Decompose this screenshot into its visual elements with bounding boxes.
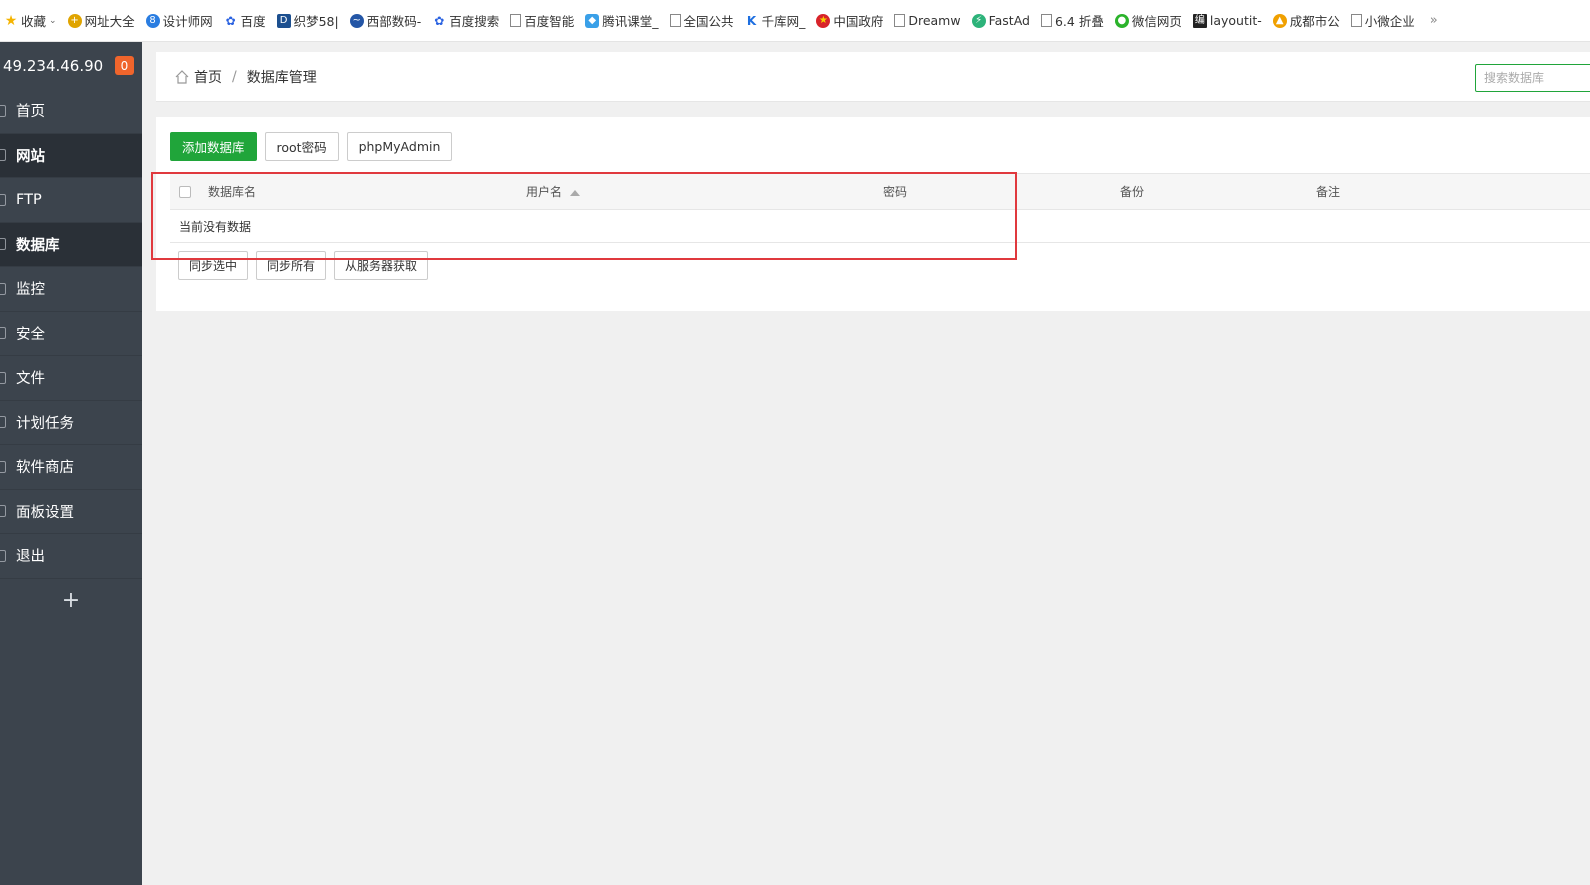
column-header-note: 备注: [1316, 173, 1590, 210]
wechat-icon: ●: [1114, 13, 1129, 28]
sidebar-item-logout[interactable]: 退出: [0, 534, 142, 579]
bookmark-item[interactable]: Dreamw: [894, 13, 961, 28]
monitor-icon: [0, 282, 6, 295]
ftp-icon: [0, 193, 6, 206]
gear-icon: [0, 505, 6, 518]
breadcrumb-separator: /: [232, 68, 237, 85]
batch-actions: 同步选中 同步所有 从服务器获取: [178, 251, 436, 280]
column-header-password: 密码: [883, 173, 1120, 210]
bookmark-favorites[interactable]: ★ 收藏 ⌄: [4, 11, 57, 30]
sync-all-button[interactable]: 同步所有: [256, 251, 327, 280]
shield-icon: [0, 327, 6, 340]
sidebar-item-monitor[interactable]: 监控: [0, 267, 142, 312]
bookmark-item[interactable]: 百度智能: [510, 11, 574, 30]
sidebar-item-settings[interactable]: 面板设置: [0, 490, 142, 534]
logout-icon: [0, 549, 6, 562]
message-count-badge[interactable]: 0: [115, 56, 134, 75]
fastad-icon: ⚡: [971, 13, 986, 28]
add-database-button[interactable]: 添加数据库: [170, 132, 257, 161]
page-icon: [1350, 14, 1362, 27]
phpmyadmin-button[interactable]: phpMyAdmin: [346, 132, 453, 161]
more-bookmarks-icon[interactable]: »: [1430, 13, 1438, 28]
table-row: 当前没有数据: [170, 209, 1590, 243]
qianku-icon: K: [744, 13, 759, 28]
page-icon: [1040, 14, 1052, 27]
bookmark-item[interactable]: ◆ 腾讯课堂_: [585, 11, 659, 30]
chengdu-icon: ▲: [1272, 13, 1287, 28]
bookmark-item[interactable]: ▲ 成都市公: [1272, 11, 1340, 30]
home-icon: [175, 69, 189, 84]
sidebar-item-cron[interactable]: 计划任务: [0, 401, 142, 445]
sidebar-item-home[interactable]: 首页: [0, 89, 142, 134]
sync-selected-button[interactable]: 同步选中: [178, 251, 249, 280]
sidebar-item-ftp[interactable]: FTP: [0, 178, 142, 223]
layoutit-icon: 编: [1192, 13, 1207, 28]
bookmark-item[interactable]: ✿ 百度: [223, 11, 266, 30]
empty-message: 当前没有数据: [170, 209, 1590, 243]
bookmark-item[interactable]: D 织梦58|: [276, 11, 339, 30]
database-icon: [0, 238, 6, 251]
sidebar-item-app-store[interactable]: 软件商店: [0, 445, 142, 490]
designer-icon: 8: [145, 13, 160, 28]
globe-icon: [0, 149, 6, 162]
add-menu-button[interactable]: +: [0, 579, 142, 623]
west-icon: ~: [349, 13, 364, 28]
bookmark-item[interactable]: 8 设计师网: [145, 11, 213, 30]
select-all-cell: [170, 173, 208, 210]
baidu-paw-icon: ✿: [432, 13, 447, 28]
bookmark-item[interactable]: ✿ 百度搜索: [432, 11, 499, 30]
bookmark-item[interactable]: 小微企业: [1350, 11, 1415, 30]
table-header-row: 数据库名 用户名 密码 备份 备注: [170, 173, 1590, 210]
emblem-icon: ★: [816, 13, 831, 28]
folder-icon: [0, 371, 6, 384]
select-all-checkbox[interactable]: [179, 186, 191, 198]
bookmark-item[interactable]: 编 layoutit-: [1192, 13, 1262, 28]
toolbar: 添加数据库 root密码 phpMyAdmin: [170, 132, 460, 161]
breadcrumb-home-link[interactable]: 首页: [194, 67, 222, 87]
home-icon: [0, 104, 6, 117]
bookmark-item[interactable]: K 千库网_: [744, 11, 805, 30]
fetch-from-server-button[interactable]: 从服务器获取: [334, 251, 429, 280]
bookmark-item[interactable]: ● 微信网页: [1114, 11, 1182, 30]
tencent-icon: ◆: [585, 13, 600, 28]
clock-icon: [0, 416, 6, 429]
bookmark-item[interactable]: + 网址大全: [67, 11, 135, 30]
sidebar-item-security[interactable]: 安全: [0, 312, 142, 356]
bookmark-item[interactable]: 全国公共: [669, 11, 734, 30]
sort-ascending-icon: [570, 189, 581, 196]
column-header-backup: 备份: [1120, 173, 1316, 210]
server-ip: 49.234.46.90: [3, 56, 104, 75]
bookmark-item[interactable]: 6.4 折叠: [1040, 11, 1104, 30]
sidebar: 49.234.46.90 0 首页 网站 FTP 数据库 监控 安全 文件 计划…: [0, 42, 142, 885]
breadcrumb: 首页 / 数据库管理: [156, 52, 1590, 102]
bookmark-item[interactable]: ★ 中国政府: [816, 11, 883, 30]
page-title: 数据库管理: [246, 69, 317, 86]
page-icon: [669, 14, 681, 27]
database-table: 数据库名 用户名 密码 备份 备注 当前没有数据: [170, 173, 1590, 243]
database-panel: 添加数据库 root密码 phpMyAdmin 数据库名 用户名 密码 备份 备…: [156, 117, 1590, 311]
page-icon: [894, 14, 906, 27]
page-icon: [510, 14, 522, 27]
baidu-paw-icon: ✿: [223, 13, 238, 28]
server-info: 49.234.46.90 0: [0, 42, 142, 89]
column-header-user[interactable]: 用户名: [526, 173, 883, 210]
sidebar-item-files[interactable]: 文件: [0, 356, 142, 401]
root-password-button[interactable]: root密码: [264, 132, 339, 161]
sidebar-item-website[interactable]: 网站: [0, 133, 142, 178]
sidebar-item-database[interactable]: 数据库: [0, 222, 142, 267]
hao123-icon: +: [67, 13, 82, 28]
bookmark-item[interactable]: ~ 西部数码-: [349, 11, 421, 30]
bookmarks-bar: ★ 收藏 ⌄ + 网址大全 8 设计师网 ✿ 百度 D 织梦58| ~ 西部数码- ✿ 百度搜索…: [0, 0, 1590, 42]
bookmark-item[interactable]: ⚡ FastAd: [971, 13, 1030, 28]
dede-icon: D: [276, 13, 291, 28]
store-icon: [0, 460, 6, 473]
chevron-down-icon: ⌄: [49, 15, 57, 26]
column-header-name[interactable]: 数据库名: [208, 173, 526, 210]
search-input[interactable]: [1475, 64, 1590, 92]
star-icon: ★: [4, 12, 18, 29]
